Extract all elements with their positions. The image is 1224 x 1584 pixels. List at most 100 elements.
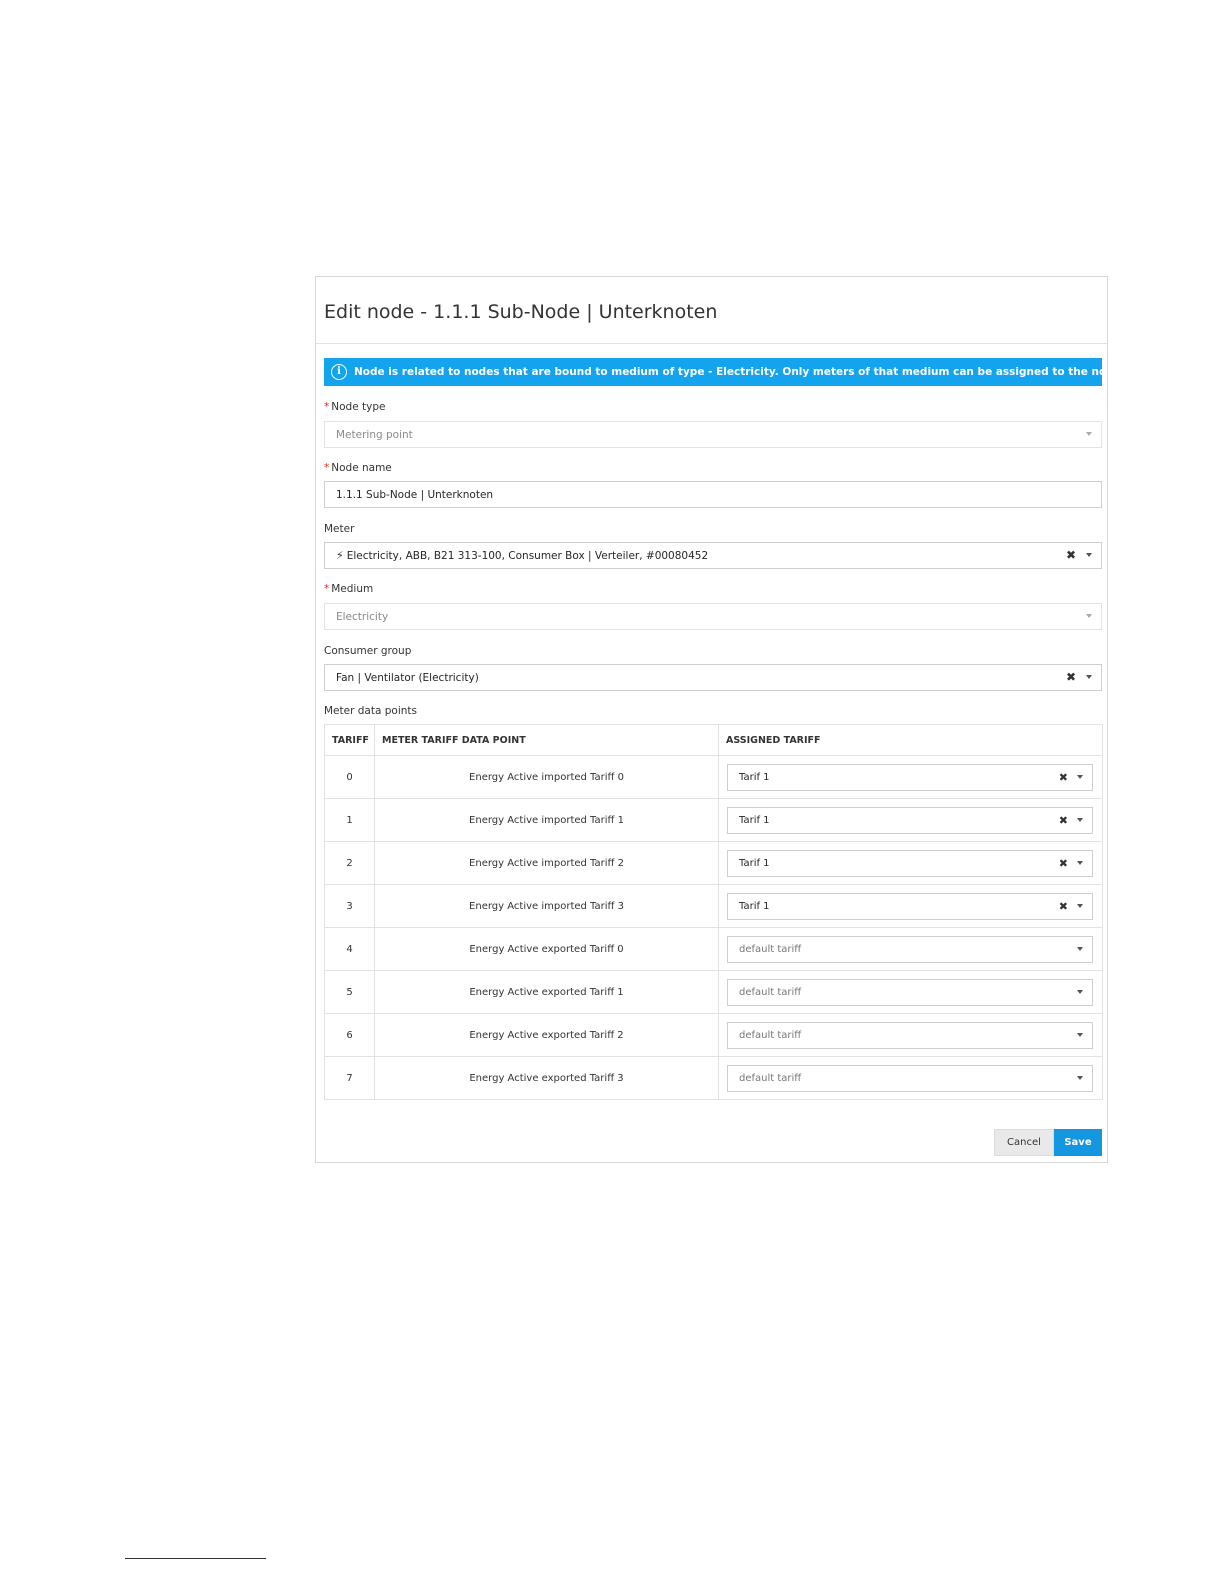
dialog-title: Edit node - 1.1.1 Sub-Node | Unterknoten xyxy=(324,301,718,323)
meter-label: Meter xyxy=(324,523,355,535)
required-marker: * xyxy=(324,462,330,474)
assigned-tariff-cell: Tarif 1 ✖ xyxy=(718,841,1103,885)
required-marker: * xyxy=(324,583,330,595)
tariff-cell: 6 xyxy=(324,1013,375,1057)
column-header-tariff: TARIFF xyxy=(324,724,375,756)
assigned-tariff-select[interactable]: default tariff xyxy=(727,1021,1093,1049)
info-banner-text: Node is related to nodes that are bound … xyxy=(354,366,1102,378)
assigned-tariff-cell: default tariff xyxy=(718,1013,1103,1057)
data-point-cell: Energy Active exported Tariff 2 xyxy=(374,1013,719,1057)
chevron-down-icon[interactable] xyxy=(1077,860,1083,865)
assigned-tariff-cell: Tarif 1 ✖ xyxy=(718,755,1103,799)
table-row: 2 Energy Active imported Tariff 2 Tarif 1 ✖ xyxy=(324,841,1103,885)
dialog-header: Edit node - 1.1.1 Sub-Node | Unterknoten xyxy=(316,277,1107,344)
data-point-cell: Energy Active exported Tariff 0 xyxy=(374,927,719,971)
table-row: 3 Energy Active imported Tariff 3 Tarif 1 ✖ xyxy=(324,884,1103,928)
data-point-cell: Energy Active imported Tariff 3 xyxy=(374,884,719,928)
assigned-tariff-cell: default tariff xyxy=(718,1056,1103,1100)
footnote-separator xyxy=(125,1558,266,1559)
lightning-icon: ⚡ xyxy=(336,549,344,562)
assigned-tariff-select[interactable]: Tarif 1 ✖ xyxy=(727,763,1093,791)
medium-select[interactable]: Electricity xyxy=(324,603,1102,630)
chevron-down-icon[interactable] xyxy=(1077,1075,1083,1080)
clear-icon[interactable]: ✖ xyxy=(1059,771,1068,784)
save-button[interactable]: Save xyxy=(1054,1129,1102,1156)
assigned-tariff-select[interactable]: Tarif 1 ✖ xyxy=(727,849,1093,877)
clear-icon[interactable]: ✖ xyxy=(1059,900,1068,913)
meter-value: Electricity, ABB, B21 313-100, Consumer … xyxy=(346,549,709,562)
assigned-tariff-cell: Tarif 1 ✖ xyxy=(718,884,1103,928)
table-row: 1 Energy Active imported Tariff 1 Tarif 1 ✖ xyxy=(324,798,1103,842)
data-point-cell: Energy Active imported Tariff 2 xyxy=(374,841,719,885)
chevron-down-icon xyxy=(1086,614,1092,618)
table-row: 4 Energy Active exported Tariff 0 default … xyxy=(324,927,1103,971)
chevron-down-icon[interactable] xyxy=(1077,989,1083,994)
chevron-down-icon[interactable] xyxy=(1077,817,1083,822)
data-point-cell: Energy Active exported Tariff 3 xyxy=(374,1056,719,1100)
medium-value: Electricity xyxy=(336,610,389,623)
chevron-down-icon xyxy=(1086,432,1092,436)
info-banner: i Node is related to nodes that are boun… xyxy=(324,358,1102,386)
data-point-cell: Energy Active exported Tariff 1 xyxy=(374,970,719,1014)
assigned-tariff-value: Tarif 1 xyxy=(739,814,770,826)
assigned-tariff-value: default tariff xyxy=(739,1029,802,1041)
clear-icon[interactable]: ✖ xyxy=(1066,670,1076,684)
meter-select[interactable]: ⚡ Electricity, ABB, B21 313-100, Consume… xyxy=(324,542,1102,569)
node-type-value: Metering point xyxy=(336,428,413,441)
required-marker: * xyxy=(324,401,330,413)
node-name-value: 1.1.1 Sub-Node | Unterknoten xyxy=(336,488,494,501)
assigned-tariff-value: Tarif 1 xyxy=(739,900,770,912)
table-header-row: TARIFF METER TARIFF DATA POINT ASSIGNED … xyxy=(324,724,1103,756)
chevron-down-icon[interactable] xyxy=(1077,903,1083,908)
tariff-cell: 4 xyxy=(324,927,375,971)
assigned-tariff-select[interactable]: default tariff xyxy=(727,935,1093,963)
clear-icon[interactable]: ✖ xyxy=(1066,548,1076,562)
tariff-cell: 5 xyxy=(324,970,375,1014)
node-type-select[interactable]: Metering point xyxy=(324,421,1102,448)
consumer-group-value: Fan | Ventilator (Electricity) xyxy=(336,671,479,684)
assigned-tariff-value: Tarif 1 xyxy=(739,771,770,783)
node-name-input[interactable]: 1.1.1 Sub-Node | Unterknoten xyxy=(324,481,1102,508)
tariff-cell: 2 xyxy=(324,841,375,885)
assigned-tariff-select[interactable]: default tariff xyxy=(727,1064,1093,1092)
chevron-down-icon[interactable] xyxy=(1077,1032,1083,1037)
tariff-cell: 0 xyxy=(324,755,375,799)
column-header-data-point: METER TARIFF DATA POINT xyxy=(374,724,719,756)
edit-node-dialog: Edit node - 1.1.1 Sub-Node | Unterknoten… xyxy=(315,276,1108,1163)
info-icon: i xyxy=(331,364,347,380)
meter-data-points-table: TARIFF METER TARIFF DATA POINT ASSIGNED … xyxy=(324,724,1103,1100)
column-header-assigned-tariff: ASSIGNED TARIFF xyxy=(718,724,1103,756)
assigned-tariff-value: Tarif 1 xyxy=(739,857,770,869)
table-row: 6 Energy Active exported Tariff 2 default … xyxy=(324,1013,1103,1057)
meter-data-points-label: Meter data points xyxy=(324,705,417,717)
chevron-down-icon[interactable] xyxy=(1077,774,1083,779)
tariff-cell: 3 xyxy=(324,884,375,928)
assigned-tariff-select[interactable]: default tariff xyxy=(727,978,1093,1006)
assigned-tariff-cell: default tariff xyxy=(718,927,1103,971)
consumer-group-label: Consumer group xyxy=(324,645,412,657)
table-row: 7 Energy Active exported Tariff 3 default … xyxy=(324,1056,1103,1100)
tariff-cell: 7 xyxy=(324,1056,375,1100)
consumer-group-select[interactable]: Fan | Ventilator (Electricity) ✖ xyxy=(324,664,1102,691)
assigned-tariff-value: default tariff xyxy=(739,943,802,955)
node-type-label: * Node type xyxy=(324,401,386,413)
chevron-down-icon[interactable] xyxy=(1077,946,1083,951)
clear-icon[interactable]: ✖ xyxy=(1059,814,1068,827)
cancel-button[interactable]: Cancel xyxy=(994,1129,1054,1156)
clear-icon[interactable]: ✖ xyxy=(1059,857,1068,870)
tariff-cell: 1 xyxy=(324,798,375,842)
table-row: 5 Energy Active exported Tariff 1 default … xyxy=(324,970,1103,1014)
data-point-cell: Energy Active imported Tariff 0 xyxy=(374,755,719,799)
assigned-tariff-value: default tariff xyxy=(739,986,802,998)
data-point-cell: Energy Active imported Tariff 1 xyxy=(374,798,719,842)
assigned-tariff-value: default tariff xyxy=(739,1072,802,1084)
chevron-down-icon[interactable] xyxy=(1086,553,1092,557)
assigned-tariff-cell: Tarif 1 ✖ xyxy=(718,798,1103,842)
medium-label: * Medium xyxy=(324,583,374,595)
chevron-down-icon[interactable] xyxy=(1086,675,1092,679)
node-name-label: * Node name xyxy=(324,462,392,474)
assigned-tariff-select[interactable]: Tarif 1 ✖ xyxy=(727,892,1093,920)
assigned-tariff-cell: default tariff xyxy=(718,970,1103,1014)
table-row: 0 Energy Active imported Tariff 0 Tarif 1 ✖ xyxy=(324,755,1103,799)
assigned-tariff-select[interactable]: Tarif 1 ✖ xyxy=(727,806,1093,834)
